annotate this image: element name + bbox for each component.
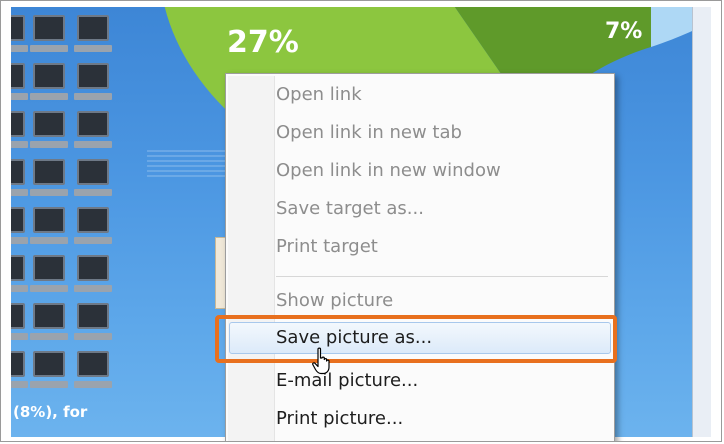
menu-item-open-link-new-window[interactable]: Open link in new window	[276, 156, 501, 186]
computer-icon	[30, 111, 68, 148]
menu-item-print-picture[interactable]: Print picture...	[276, 404, 403, 434]
menu-separator	[276, 276, 608, 277]
computer-icon	[30, 255, 68, 292]
pie-percent-label-left: 27%	[227, 25, 299, 60]
menu-item-open-link[interactable]: Open link	[276, 80, 362, 110]
computer-icon	[74, 255, 112, 292]
hand-pointer-icon	[312, 347, 330, 375]
computer-icon	[11, 303, 28, 340]
computer-icon	[74, 159, 112, 196]
computer-icon	[74, 15, 112, 52]
computer-icon	[11, 351, 28, 388]
window-scrollbar[interactable]	[692, 7, 711, 437]
computer-icon	[74, 351, 112, 388]
computer-icon	[74, 207, 112, 244]
computer-icon	[30, 159, 68, 196]
computer-icon	[30, 351, 68, 388]
computer-icon	[11, 255, 28, 292]
computer-icon	[30, 15, 68, 52]
context-menu: Open link Open link in new tab Open link…	[225, 73, 615, 441]
computer-icon	[74, 111, 112, 148]
computer-icon	[74, 63, 112, 100]
pie-percent-label-right: 7%	[605, 19, 643, 44]
menu-item-save-target-as[interactable]: Save target as...	[276, 194, 424, 224]
menu-item-email-picture[interactable]: E-mail picture...	[276, 366, 418, 396]
computer-icon	[11, 207, 28, 244]
computer-icon	[30, 207, 68, 244]
computer-icon	[11, 15, 28, 52]
computer-icons-grid	[11, 11, 123, 395]
computer-icon	[11, 63, 28, 100]
computer-icon	[30, 63, 68, 100]
computer-icon	[11, 159, 28, 196]
menu-item-print-target[interactable]: Print target	[276, 232, 378, 262]
faint-background-text	[147, 147, 227, 177]
page-text-fragment: (8%), for	[13, 403, 88, 421]
computer-icon	[11, 111, 28, 148]
menu-item-open-link-new-tab[interactable]: Open link in new tab	[276, 118, 462, 148]
computer-icon	[74, 303, 112, 340]
screenshot-frame: 27% 7% (8%), for Open link Open link in …	[0, 0, 722, 442]
callout-highlight-box	[215, 315, 617, 363]
computer-icon	[30, 303, 68, 340]
menu-icon-gutter	[228, 76, 275, 441]
menu-item-show-picture[interactable]: Show picture	[276, 286, 393, 316]
